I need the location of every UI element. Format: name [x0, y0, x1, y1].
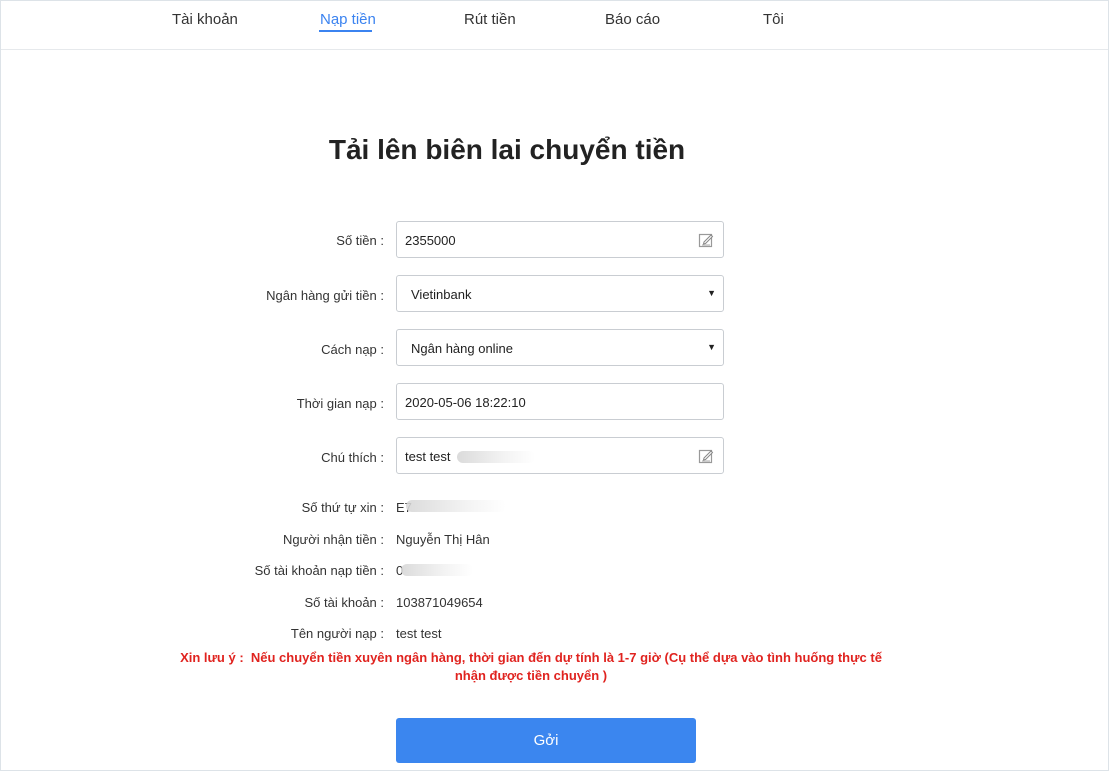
- bank-select[interactable]: Vietinbank ▼: [396, 275, 724, 312]
- dropdown-caret-icon: ▼: [707, 288, 716, 298]
- account-no-label: Số tài khoản :: [304, 595, 385, 610]
- page-title: Tải lên biên lai chuyển tiền: [328, 134, 686, 165]
- active-tab-underline: [319, 30, 372, 32]
- method-select[interactable]: Ngân hàng online ▼: [396, 329, 724, 366]
- amount-label: Số tiền :: [336, 233, 384, 248]
- amount-value: 2355000: [405, 233, 456, 248]
- time-label: Thời gian nạp :: [296, 396, 384, 411]
- method-label: Cách nạp :: [321, 342, 384, 357]
- nav-tab-report[interactable]: Báo cáo: [605, 11, 660, 33]
- notice-prefix: Xin lưu ý :: [180, 650, 244, 665]
- page-frame: Tài khoản Nạp tiền Rút tiền Báo cáo Tôi …: [0, 0, 1109, 771]
- account-no-value: 103871049654: [396, 595, 483, 610]
- bank-selected-value: Vietinbank: [411, 287, 472, 302]
- redaction-blur: [406, 500, 506, 512]
- redaction-blur: [457, 451, 535, 463]
- nav-tab-withdraw[interactable]: Rút tiền: [464, 11, 516, 33]
- edit-icon[interactable]: [698, 448, 714, 464]
- time-value: 2020-05-06 18:22:10: [405, 395, 526, 410]
- order-no-label: Số thứ tự xin :: [301, 500, 384, 515]
- receiver-value: Nguyễn Thị Hân: [396, 532, 490, 547]
- time-input[interactable]: 2020-05-06 18:22:10: [396, 383, 724, 420]
- transfer-notice: Xin lưu ý : Nếu chuyển tiền xuyên ngân h…: [171, 649, 891, 685]
- nav-tab-me[interactable]: Tôi: [763, 11, 784, 33]
- notice-text: Nếu chuyển tiền xuyên ngân hàng, thời gi…: [250, 650, 882, 683]
- method-selected-value: Ngân hàng online: [411, 341, 513, 356]
- depositor-label: Tên người nạp :: [290, 626, 384, 641]
- submit-button[interactable]: Gởi: [396, 718, 696, 763]
- remark-value: test test: [405, 449, 451, 464]
- nav-tab-account[interactable]: Tài khoản: [172, 11, 238, 33]
- top-navigation: Tài khoản Nạp tiền Rút tiền Báo cáo Tôi: [1, 1, 1108, 50]
- redaction-blur: [401, 564, 473, 576]
- deposit-account-label: Số tài khoản nạp tiền :: [254, 563, 384, 578]
- edit-icon[interactable]: [698, 232, 714, 248]
- depositor-value: test test: [396, 626, 442, 641]
- bank-label: Ngân hàng gửi tiền :: [266, 288, 384, 303]
- remark-label: Chú thích :: [321, 450, 384, 465]
- remark-input[interactable]: test test: [396, 437, 724, 474]
- receiver-label: Người nhận tiền :: [282, 532, 384, 547]
- dropdown-caret-icon: ▼: [707, 342, 716, 352]
- amount-input[interactable]: 2355000: [396, 221, 724, 258]
